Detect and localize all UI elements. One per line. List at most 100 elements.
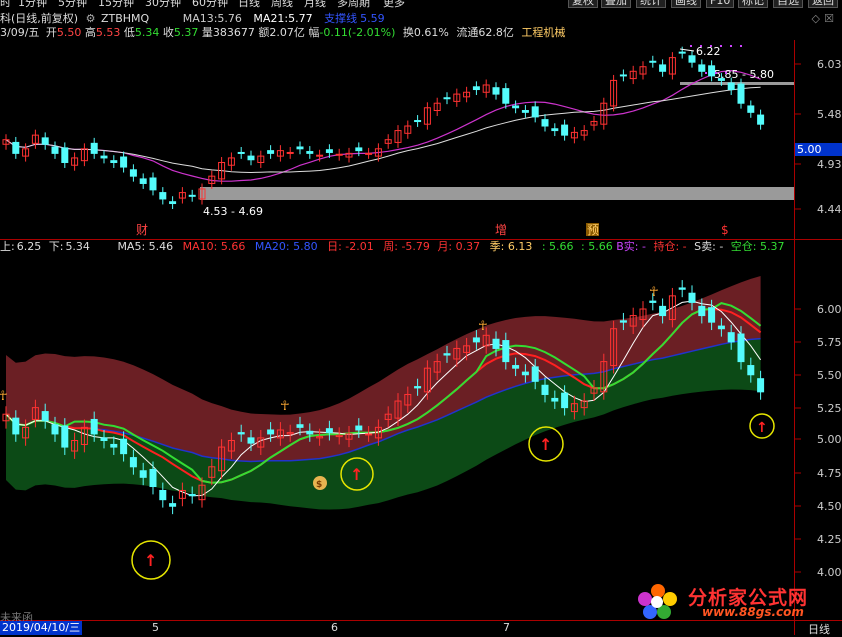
candle-body xyxy=(757,378,765,393)
candle-body xyxy=(717,325,725,330)
svg-text:$: $ xyxy=(316,480,322,490)
candle-body xyxy=(659,305,667,317)
candle-body xyxy=(41,411,49,422)
candle-body xyxy=(129,169,137,177)
candle-body xyxy=(100,155,108,159)
candle-body xyxy=(247,155,255,161)
ma21-line xyxy=(5,86,761,174)
month-tick: 6 xyxy=(331,621,338,634)
candle-body xyxy=(619,320,627,323)
candle-body xyxy=(61,147,69,163)
hold-status: 持仓: - xyxy=(653,240,687,253)
candle-body xyxy=(188,493,196,497)
candle-body xyxy=(296,146,304,150)
date-axis: 未来函 2019/04/10/三 5 6 7 日线 xyxy=(0,611,842,636)
empty-status: 空仓: 5.37 xyxy=(730,240,785,253)
person-icon: ☥ xyxy=(478,319,488,334)
buy-signal: ↑ xyxy=(749,413,775,439)
svg-text:↑: ↑ xyxy=(539,435,552,454)
candle-body xyxy=(492,338,500,349)
indicator-header: 上: 6.25 下: 5.34 MA5: 5.46 MA10: 5.66 MA20:… xyxy=(0,240,785,254)
candle-body xyxy=(139,470,147,478)
dot-mark xyxy=(700,45,702,47)
candle-body xyxy=(443,353,451,356)
y-tick: 5.48 xyxy=(817,108,842,121)
flower-logo-icon xyxy=(638,584,677,619)
ma20-value: MA20: 5.80 xyxy=(254,240,318,253)
dot-mark xyxy=(720,45,722,47)
down-value: 5.34 xyxy=(65,240,90,253)
y-tick: 4.93 xyxy=(817,158,842,171)
green-value-2: : 5.66 xyxy=(581,240,613,253)
event-marker-dividend: $ xyxy=(721,223,729,237)
candle-body xyxy=(325,149,333,153)
candle-body xyxy=(139,178,147,184)
buy-signal: ↑ xyxy=(131,540,171,580)
ind-y-tick: 5.25 xyxy=(817,402,842,415)
candle-body xyxy=(551,128,559,132)
candle-body xyxy=(727,82,735,91)
candle-body xyxy=(110,160,118,163)
svg-text:☥: ☥ xyxy=(280,399,290,414)
kline-canvas[interactable]: 5.00 6.03 5.48 4.93 4.44 6.00 5.75 5.50 … xyxy=(0,0,842,635)
resistance-zone xyxy=(680,82,794,85)
candle-body xyxy=(531,106,539,118)
watermark-url: www.88gs.com xyxy=(702,605,804,619)
buy-status: B实: - xyxy=(616,240,646,253)
candle-body xyxy=(296,424,304,428)
candle-body xyxy=(541,119,549,127)
candle-body xyxy=(708,307,716,323)
svg-text:↑: ↑ xyxy=(350,465,363,484)
candle-body xyxy=(51,146,59,154)
candle-body xyxy=(306,430,314,435)
candle-body xyxy=(12,417,20,435)
ma5-value: MA5: 5.46 xyxy=(117,240,174,253)
person-icon: ☥ xyxy=(0,389,8,404)
candle-body xyxy=(698,305,706,317)
candle-body xyxy=(747,105,755,113)
day-change: 日: -2.01 xyxy=(327,240,374,253)
candle-body xyxy=(737,333,745,363)
month-change: 月: 0.37 xyxy=(437,240,481,253)
candle-body xyxy=(169,201,177,205)
ind-y-tick: 4.75 xyxy=(817,467,842,480)
candle-body xyxy=(541,384,549,395)
candle-body xyxy=(129,457,137,468)
week-change: 周: -5.79 xyxy=(383,240,430,253)
svg-text:☥: ☥ xyxy=(478,319,488,334)
ind-y-tick: 5.00 xyxy=(817,433,842,446)
candle-body xyxy=(757,114,765,125)
ind-y-tick: 4.00 xyxy=(817,566,842,579)
watermark-logo: 分析家公式网 www.88gs.com xyxy=(636,583,836,621)
candle-body xyxy=(51,424,59,435)
candle-body xyxy=(355,147,363,152)
range-annotation: 5.85 - 5.80 xyxy=(714,68,774,81)
candle-body xyxy=(414,120,422,123)
candle-body xyxy=(237,151,245,154)
candle-body xyxy=(443,97,451,100)
cursor-date: 2019/04/10/三 xyxy=(0,621,83,635)
candle-body xyxy=(678,51,686,54)
candle-body xyxy=(365,152,373,155)
candle-body xyxy=(12,141,20,154)
month-tick: 5 xyxy=(152,621,159,634)
candle-body xyxy=(149,468,157,488)
price-box-label: 5.00 xyxy=(797,143,822,156)
ind-y-tick: 4.50 xyxy=(817,500,842,513)
candle-body xyxy=(502,88,510,104)
candle-body xyxy=(737,83,745,104)
buy-signal: ↑ xyxy=(528,426,564,462)
candle-body xyxy=(267,429,275,435)
candle-body xyxy=(286,151,294,154)
down-label: 下: xyxy=(48,240,64,253)
candle-body xyxy=(120,156,128,168)
month-tick: 7 xyxy=(503,621,510,634)
candle-body xyxy=(325,428,333,434)
svg-text:↑: ↑ xyxy=(144,551,157,570)
dot-mark xyxy=(740,45,742,47)
sell-status: S卖: - xyxy=(694,240,724,253)
candle-body xyxy=(512,365,520,369)
money-bag-icon: $ xyxy=(313,476,327,490)
event-marker-finance: 财 xyxy=(136,223,148,237)
candle-body xyxy=(90,142,98,154)
